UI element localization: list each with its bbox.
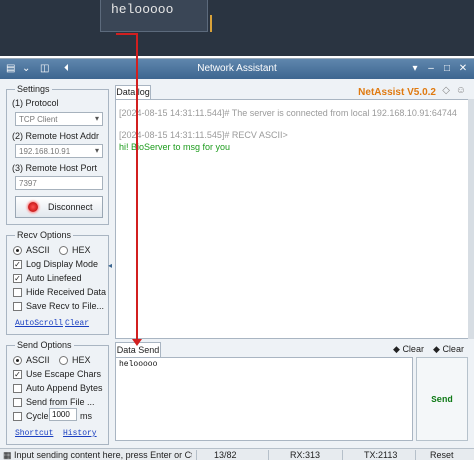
shortcut-link[interactable]: Shortcut <box>15 429 53 438</box>
remote-port-value: 7397 <box>19 179 37 188</box>
clear-send-button[interactable]: ◆ Clear <box>393 344 424 355</box>
send-hex-radio[interactable] <box>59 356 68 365</box>
log-display-checkbox[interactable]: ✓ <box>13 260 22 269</box>
hint-icon: ▦ <box>3 450 12 460</box>
recv-options-group: Recv Options ASCII HEX ✓ Log Display Mod… <box>6 230 109 335</box>
append-bytes-checkbox[interactable] <box>13 384 22 393</box>
cycle-unit: ms <box>80 411 92 421</box>
autoscroll-link[interactable]: AutoScroll <box>15 319 63 328</box>
log-line: [2024-08-15 14:31:11.544]# The server is… <box>119 108 457 118</box>
cycle-interval-field[interactable]: 1000 <box>49 408 77 421</box>
protocol-select[interactable]: TCP Client <box>15 112 103 126</box>
status-rx: RX:313 <box>290 450 321 460</box>
remote-addr-value: 192.168.10.91 <box>19 147 71 156</box>
recv-hex-label: HEX <box>72 245 91 255</box>
tab-data-log[interactable]: Data log <box>115 85 151 99</box>
hide-received-label: Hide Received Data <box>26 287 107 297</box>
skin-diamond-icon[interactable]: ◇ <box>442 85 450 96</box>
data-log-panel: Data log NetAssist V5.0.2 ◇ ☺ [2024-08-1… <box>113 81 474 343</box>
log-scrollbar[interactable] <box>468 99 474 339</box>
recv-options-title: Recv Options <box>15 230 74 240</box>
annotation-line-vertical <box>136 33 138 342</box>
hide-received-checkbox[interactable] <box>13 288 22 297</box>
log-line: [2024-08-15 14:31:11.545]# RECV ASCII> <box>119 130 288 140</box>
send-ascii-label: ASCII <box>26 355 50 365</box>
clear-send-label: Clear <box>402 344 424 354</box>
recv-ascii-radio[interactable] <box>13 246 22 255</box>
user-icon[interactable]: ☺ <box>456 85 466 96</box>
cycle-label: Cycle <box>26 411 49 421</box>
recv-hex-radio[interactable] <box>59 246 68 255</box>
recv-ascii-label: ASCII <box>26 245 50 255</box>
disconnect-button[interactable]: Disconnect <box>15 196 103 218</box>
send-hex-label: HEX <box>72 355 91 365</box>
send-ascii-radio[interactable] <box>13 356 22 365</box>
settings-title: Settings <box>15 84 52 94</box>
protocol-label: (1) Protocol <box>12 98 59 108</box>
remote-addr-label: (2) Remote Host Addr <box>12 131 100 141</box>
title-bar: ▤ ⌄ ◫ ⏴ Network Assistant ▾ – □ ✕ <box>0 59 474 79</box>
status-tx: TX:2113 <box>364 450 398 460</box>
editor-text: helooooo <box>111 2 174 17</box>
cycle-checkbox[interactable] <box>13 412 22 421</box>
status-hint: Input sending content here, press Enter … <box>14 450 192 460</box>
auto-linefeed-label: Auto Linefeed <box>26 273 82 283</box>
close-button[interactable]: ✕ <box>456 62 470 76</box>
send-file-checkbox[interactable] <box>13 398 22 407</box>
log-display-label: Log Display Mode <box>26 259 99 269</box>
annotation-line <box>116 33 137 35</box>
clear-count-button[interactable]: ◆ Clear <box>433 344 464 355</box>
annotation-arrow-icon <box>132 339 142 346</box>
remote-port-field[interactable]: 7397 <box>15 176 103 190</box>
save-recv-checkbox[interactable] <box>13 302 22 311</box>
eraser-icon: ◆ <box>433 344 440 354</box>
send-file-label: Send from File ... <box>26 397 95 407</box>
connection-status-icon <box>28 202 38 212</box>
status-count: 13/82 <box>214 450 237 460</box>
maximize-button[interactable]: □ <box>440 62 454 76</box>
send-input-text: helooooo <box>119 360 158 369</box>
collapse-panel-icon[interactable]: ◂ <box>108 261 112 270</box>
remote-addr-field[interactable]: 192.168.10.91 <box>15 144 103 158</box>
send-button[interactable]: Send <box>416 357 468 441</box>
disconnect-label: Disconnect <box>48 202 93 212</box>
netassist-window: ▤ ⌄ ◫ ⏴ Network Assistant ▾ – □ ✕ Settin… <box>0 58 474 460</box>
eraser-icon: ◆ <box>393 344 400 354</box>
window-title: Network Assistant <box>197 63 277 74</box>
append-bytes-label: Auto Append Bytes <box>26 383 103 393</box>
editor-text-box[interactable]: helooooo <box>100 0 212 32</box>
text-caret <box>210 15 212 32</box>
reset-counter-button[interactable]: Reset <box>430 450 454 460</box>
log-output[interactable]: [2024-08-15 14:31:11.544]# The server is… <box>115 99 470 339</box>
settings-group: Settings (1) Protocol TCP Client (2) Rem… <box>6 84 109 225</box>
send-input[interactable]: helooooo <box>115 357 413 441</box>
escape-chars-checkbox[interactable]: ✓ <box>13 370 22 379</box>
data-send-panel: Data Send ◆ Clear ◆ Clear helooooo Send <box>113 340 474 446</box>
send-options-title: Send Options <box>15 340 74 350</box>
history-link[interactable]: History <box>63 429 97 438</box>
menu-down-icon[interactable]: ▾ <box>408 62 422 76</box>
protocol-value: TCP Client <box>19 115 58 124</box>
escape-chars-label: Use Escape Chars <box>26 369 102 379</box>
save-recv-label: Save Recv to File... <box>26 301 105 311</box>
status-bar: ▦ Input sending content here, press Ente… <box>0 448 474 460</box>
minimize-button[interactable]: – <box>424 62 438 76</box>
send-options-group: Send Options ASCII HEX ✓ Use Escape Char… <box>6 340 109 445</box>
cycle-interval-value: 1000 <box>52 410 70 419</box>
auto-linefeed-checkbox[interactable]: ✓ <box>13 274 22 283</box>
background-editor: helooooo <box>0 0 474 56</box>
clear-count-label: Clear <box>442 344 464 354</box>
remote-port-label: (3) Remote Host Port <box>12 163 98 173</box>
recv-clear-link[interactable]: Clear <box>65 319 89 328</box>
brand-version: NetAssist V5.0.2 <box>358 87 436 98</box>
